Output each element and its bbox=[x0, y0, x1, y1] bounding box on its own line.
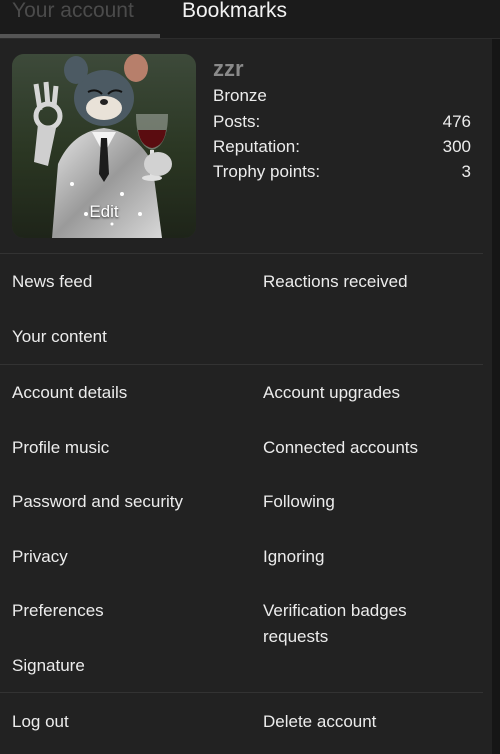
user-rank: Bronze bbox=[213, 86, 267, 105]
stat-label: Trophy points: bbox=[213, 162, 321, 181]
stat-label: Posts: bbox=[213, 112, 261, 131]
menu-preferences[interactable]: Preferences bbox=[12, 598, 104, 624]
active-tab-indicator bbox=[0, 34, 160, 38]
menu-signature[interactable]: Signature bbox=[12, 653, 85, 679]
stat-value[interactable]: 3 bbox=[462, 162, 471, 182]
menu-account-upgrades[interactable]: Account upgrades bbox=[263, 380, 483, 406]
menu-verification-badges-requests[interactable]: Verification badges requests bbox=[263, 598, 463, 650]
menu-delete-account[interactable]: Delete account bbox=[263, 709, 483, 735]
stat-value: 300 bbox=[442, 137, 471, 156]
avatar[interactable]: Edit bbox=[12, 54, 196, 238]
stat-value: 476 bbox=[442, 112, 471, 131]
menu-password-security[interactable]: Password and security bbox=[12, 489, 183, 515]
panel-edge bbox=[492, 39, 500, 754]
avatar-edit-label[interactable]: Edit bbox=[12, 202, 196, 222]
stat-label: Reputation: bbox=[213, 137, 300, 156]
stat-reputation: Reputation: 300 bbox=[213, 137, 471, 161]
stat-posts: Posts: 476 bbox=[213, 112, 471, 136]
menu-your-content[interactable]: Your content bbox=[12, 324, 107, 350]
menu-profile-music[interactable]: Profile music bbox=[12, 435, 109, 461]
menu-privacy[interactable]: Privacy bbox=[12, 544, 68, 570]
menu-connected-accounts[interactable]: Connected accounts bbox=[263, 435, 483, 461]
menu-log-out[interactable]: Log out bbox=[12, 709, 69, 735]
menu-reactions-received[interactable]: Reactions received bbox=[263, 269, 483, 295]
section-divider bbox=[0, 364, 483, 365]
menu-ignoring[interactable]: Ignoring bbox=[263, 544, 483, 570]
section-divider bbox=[0, 253, 483, 254]
menu-news-feed[interactable]: News feed bbox=[12, 269, 92, 295]
tab-bookmarks[interactable]: Bookmarks bbox=[182, 0, 287, 24]
stat-trophy-points: Trophy points: 3 bbox=[213, 162, 471, 186]
section-divider bbox=[0, 692, 483, 693]
tab-your-account[interactable]: Your account bbox=[12, 0, 134, 24]
tab-bar: Your account Bookmarks bbox=[0, 0, 500, 39]
username[interactable]: zzr bbox=[213, 56, 244, 82]
menu-following[interactable]: Following bbox=[263, 489, 483, 515]
menu-account-details[interactable]: Account details bbox=[12, 380, 127, 406]
